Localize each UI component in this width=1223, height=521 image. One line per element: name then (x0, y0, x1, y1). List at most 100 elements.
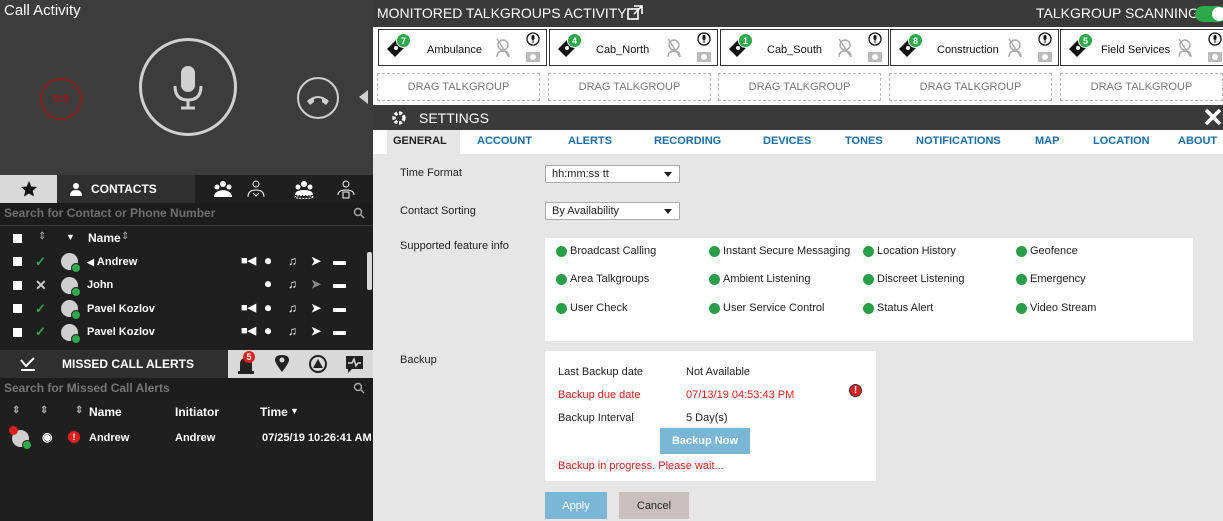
tab-notifications[interactable]: NOTIFICATIONS (916, 135, 1001, 147)
talkgroup-card[interactable]: 7 Ambulance (378, 29, 547, 66)
group-import-icon[interactable] (335, 179, 357, 199)
muted-speaker-icon[interactable] (837, 37, 853, 59)
microphone-icon[interactable] (1038, 32, 1052, 46)
name-column-header[interactable]: Name (88, 231, 121, 245)
contact-row[interactable]: ✕ John ⏺ ♫ ➤ ▬ (0, 274, 373, 298)
muted-speaker-icon[interactable] (666, 37, 682, 59)
bell-icon[interactable]: ♫ (288, 254, 297, 268)
tab-recording[interactable]: RECORDING (654, 135, 721, 147)
tab-tones[interactable]: TONES (845, 135, 883, 147)
microphone-icon[interactable] (697, 32, 711, 46)
tab-devices[interactable]: DEVICES (763, 135, 811, 147)
contact-row[interactable]: ✓ ◀ Andrew ■◀ ⏺ ♫ ➤ ▬ (0, 250, 373, 274)
bell-icon[interactable]: ♫ (288, 301, 297, 315)
camera-icon[interactable] (697, 50, 711, 62)
apply-button[interactable]: Apply (545, 492, 607, 519)
tab-contacts[interactable]: CONTACTS (57, 175, 195, 203)
video-call-icon[interactable]: ■◀ (241, 324, 256, 337)
chat-icon[interactable]: ▬ (333, 323, 346, 338)
talkgroup-scanning-toggle[interactable] (1195, 6, 1223, 22)
group-icon[interactable] (212, 179, 234, 199)
microphone-icon[interactable] (868, 32, 882, 46)
tab-favorites[interactable] (0, 175, 57, 203)
drag-talkgroup-zone[interactable]: DRAG TALKGROUP (718, 73, 881, 101)
muted-speaker-icon[interactable] (1007, 37, 1023, 59)
location-arrow-icon[interactable]: ➤ (311, 324, 321, 338)
sort-icon[interactable]: ⇕ (40, 405, 48, 416)
backup-now-button[interactable]: Backup Now (660, 428, 750, 454)
chat-icon[interactable]: ▬ (333, 253, 346, 268)
contacts-scrollbar[interactable] (367, 252, 372, 290)
end-call-button[interactable]: 0:0 (40, 78, 82, 120)
muted-speaker-icon[interactable] (1177, 37, 1193, 59)
sort-desc-icon[interactable]: ▼ (290, 406, 299, 416)
talkgroup-card[interactable]: 1 Cab_South (720, 29, 889, 66)
tab-general[interactable]: GENERAL (393, 135, 447, 147)
cancel-button[interactable]: Cancel (619, 492, 689, 519)
tab-missed-call-alerts[interactable]: MISSED CALL ALERTS (0, 350, 228, 378)
group-area-icon[interactable] (293, 179, 315, 199)
camera-icon[interactable] (1038, 50, 1052, 62)
drag-talkgroup-zone[interactable]: DRAG TALKGROUP (889, 73, 1052, 101)
microphone-icon[interactable] (526, 32, 540, 46)
bell-icon[interactable]: ♫ (288, 324, 297, 338)
tab-account[interactable]: ACCOUNT (477, 135, 532, 147)
popout-icon[interactable] (627, 5, 643, 21)
drag-talkgroup-zone[interactable]: DRAG TALKGROUP (377, 73, 540, 101)
location-arrow-icon[interactable]: ➤ (311, 301, 321, 315)
drag-talkgroup-zone[interactable]: DRAG TALKGROUP (548, 73, 711, 101)
muted-speaker-icon[interactable] (495, 37, 511, 59)
contact-checkbox[interactable] (13, 304, 22, 314)
contact-row[interactable]: ✓ Pavel Kozlov ■◀ ⏺ ♫ ➤ ▬ (0, 297, 373, 321)
tab-alerts[interactable]: ALERTS (568, 135, 612, 147)
tab-status-alerts[interactable] (336, 350, 373, 378)
name-sort-icon[interactable]: ⇕ (121, 231, 129, 242)
camera-icon[interactable] (868, 50, 882, 62)
sort-icon[interactable]: ⇕ (38, 231, 46, 242)
contact-sorting-select[interactable]: By Availability (545, 202, 680, 220)
ptt-call-icon[interactable]: ⏺ (265, 324, 271, 339)
video-call-icon[interactable]: ■◀ (241, 301, 256, 314)
group-outline-icon[interactable] (245, 179, 267, 199)
tab-alerts[interactable]: 5 (228, 350, 264, 378)
location-arrow-icon[interactable]: ➤ (311, 277, 321, 291)
tab-location[interactable]: LOCATION (1093, 135, 1150, 147)
tab-map[interactable]: MAP (1035, 135, 1059, 147)
select-all-checkbox[interactable] (13, 234, 22, 243)
collapse-panel-arrow-icon[interactable] (359, 90, 368, 104)
close-icon[interactable] (1203, 107, 1223, 127)
contact-checkbox[interactable] (13, 257, 22, 267)
tab-location-alerts[interactable] (264, 350, 300, 378)
sort-icon[interactable]: ⇕ (12, 405, 20, 416)
contact-checkbox[interactable] (13, 280, 22, 290)
camera-icon[interactable] (1208, 50, 1222, 62)
ptt-call-icon[interactable]: ⏺ (265, 277, 271, 292)
ptt-call-icon[interactable]: ⏺ (265, 301, 271, 316)
contact-search-input[interactable] (4, 206, 344, 220)
name-column-header[interactable]: Name (89, 405, 122, 419)
search-icon[interactable] (353, 207, 365, 219)
location-arrow-icon[interactable]: ➤ (311, 254, 321, 268)
initiator-column-header[interactable]: Initiator (175, 405, 219, 419)
ptt-call-icon[interactable]: ⏺ (265, 254, 271, 269)
chat-icon[interactable]: ▬ (333, 300, 346, 315)
sort-desc-icon[interactable]: ▼ (66, 232, 75, 242)
contact-row[interactable]: ✓ Pavel Kozlov ■◀ ⏺ ♫ ➤ ▬ (0, 321, 373, 345)
search-icon[interactable] (353, 382, 365, 394)
drag-talkgroup-zone[interactable]: DRAG TALKGROUP (1060, 73, 1223, 101)
talkgroup-card[interactable]: 8 Construction (890, 29, 1059, 66)
push-to-talk-button[interactable] (139, 38, 237, 136)
time-format-select[interactable]: hh:mm:ss tt (545, 165, 680, 183)
camera-icon[interactable] (526, 50, 540, 62)
microphone-icon[interactable] (1208, 32, 1222, 46)
chat-icon[interactable]: ▬ (333, 276, 346, 291)
hangup-button[interactable] (297, 77, 339, 119)
sort-icon[interactable]: ⇕ (75, 405, 83, 416)
time-column-header[interactable]: Time (260, 405, 288, 419)
talkgroup-card[interactable]: 5 Field Services (1060, 29, 1223, 66)
bell-icon[interactable]: ♫ (288, 277, 297, 291)
tab-about[interactable]: ABOUT (1178, 135, 1217, 147)
video-call-icon[interactable]: ■◀ (241, 254, 256, 267)
tab-emergency-alerts[interactable] (300, 350, 336, 378)
contact-checkbox[interactable] (13, 327, 22, 337)
